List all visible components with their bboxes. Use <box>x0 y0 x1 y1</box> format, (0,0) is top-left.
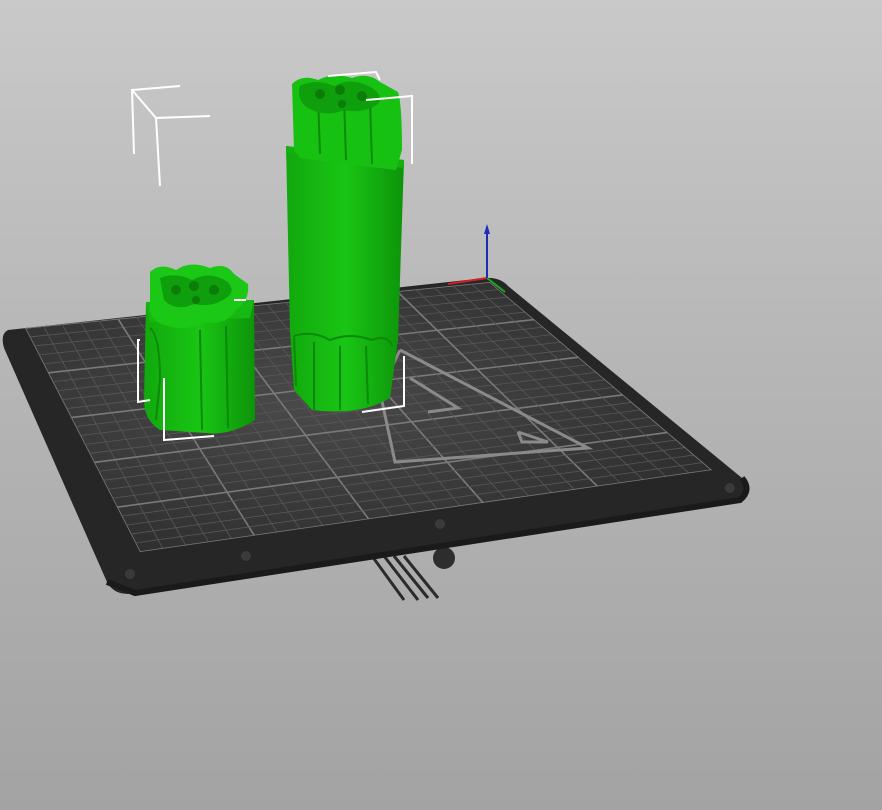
tall-part-object[interactable] <box>286 75 404 412</box>
3d-viewport[interactable] <box>0 0 882 810</box>
selection-bounding-box-bracket <box>130 85 211 187</box>
short-part-object[interactable] <box>144 264 255 434</box>
scene-canvas[interactable] <box>0 0 882 810</box>
